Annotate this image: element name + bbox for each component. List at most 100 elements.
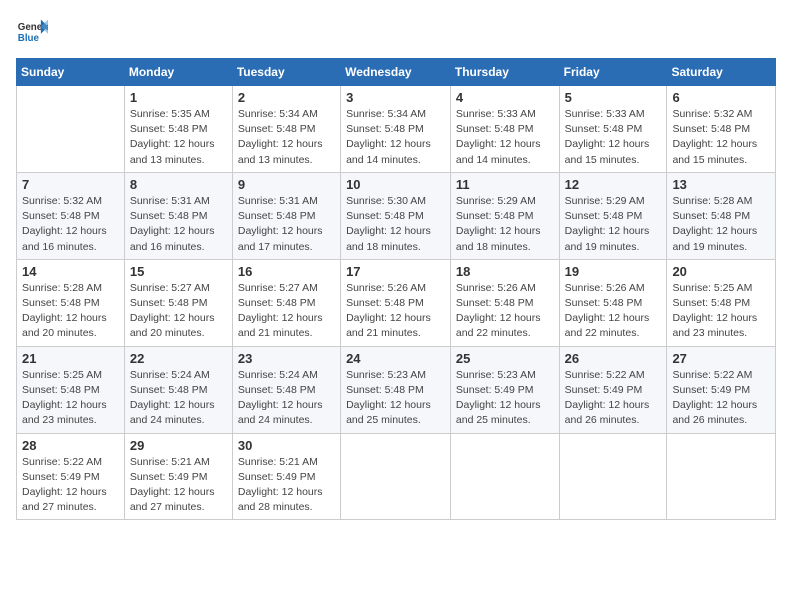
page-header: General Blue bbox=[16, 16, 776, 48]
day-cell bbox=[341, 433, 451, 520]
day-info: Sunrise: 5:26 AMSunset: 5:48 PMDaylight:… bbox=[456, 281, 554, 342]
day-cell: 1Sunrise: 5:35 AMSunset: 5:48 PMDaylight… bbox=[124, 86, 232, 173]
column-header-tuesday: Tuesday bbox=[232, 59, 340, 86]
day-number: 6 bbox=[672, 90, 770, 105]
day-cell: 4 Sunrise: 5:33 AMSunset: 5:48 PMDaylight… bbox=[450, 86, 559, 173]
logo-icon: General Blue bbox=[16, 16, 48, 48]
day-info: Sunrise: 5:28 AMSunset: 5:48 PMDaylight:… bbox=[22, 281, 119, 342]
day-number: 21 bbox=[22, 351, 119, 366]
day-cell: 7 Sunrise: 5:32 AMSunset: 5:48 PMDaylight… bbox=[17, 172, 125, 259]
day-info: Sunrise: 5:30 AMSunset: 5:48 PMDaylight:… bbox=[346, 194, 445, 255]
day-number: 20 bbox=[672, 264, 770, 279]
day-cell: 17Sunrise: 5:26 AMSunset: 5:48 PMDayligh… bbox=[341, 259, 451, 346]
day-cell: 30 Sunrise: 5:21 AMSunset: 5:49 PMDayligh… bbox=[232, 433, 340, 520]
day-cell: 19 Sunrise: 5:26 AMSunset: 5:48 PMDayligh… bbox=[559, 259, 667, 346]
day-cell: 13 Sunrise: 5:28 AMSunset: 5:48 PMDayligh… bbox=[667, 172, 776, 259]
day-info: Sunrise: 5:27 AMSunset: 5:48 PMDaylight:… bbox=[130, 281, 227, 342]
day-cell bbox=[667, 433, 776, 520]
day-cell: 5 Sunrise: 5:33 AMSunset: 5:48 PMDaylight… bbox=[559, 86, 667, 173]
day-number: 30 bbox=[238, 438, 335, 453]
day-number: 12 bbox=[565, 177, 662, 192]
day-info: Sunrise: 5:23 AMSunset: 5:49 PMDaylight:… bbox=[456, 368, 554, 429]
day-info: Sunrise: 5:22 AMSunset: 5:49 PMDaylight:… bbox=[565, 368, 662, 429]
day-cell: 2 Sunrise: 5:34 AMSunset: 5:48 PMDaylight… bbox=[232, 86, 340, 173]
day-number: 9 bbox=[238, 177, 335, 192]
day-info: Sunrise: 5:24 AMSunset: 5:48 PMDaylight:… bbox=[238, 368, 335, 429]
day-cell: 20 Sunrise: 5:25 AMSunset: 5:48 PMDayligh… bbox=[667, 259, 776, 346]
week-row-4: 21 Sunrise: 5:25 AMSunset: 5:48 PMDayligh… bbox=[17, 346, 776, 433]
day-info: Sunrise: 5:32 AMSunset: 5:48 PMDaylight:… bbox=[672, 107, 770, 168]
logo: General Blue bbox=[16, 16, 48, 48]
day-number: 18 bbox=[456, 264, 554, 279]
svg-text:Blue: Blue bbox=[18, 33, 40, 44]
day-number: 4 bbox=[456, 90, 554, 105]
day-info: Sunrise: 5:29 AMSunset: 5:48 PMDaylight:… bbox=[565, 194, 662, 255]
day-number: 27 bbox=[672, 351, 770, 366]
day-info: Sunrise: 5:21 AMSunset: 5:49 PMDaylight:… bbox=[238, 455, 335, 516]
day-cell: 29Sunrise: 5:21 AMSunset: 5:49 PMDayligh… bbox=[124, 433, 232, 520]
day-cell: 25 Sunrise: 5:23 AMSunset: 5:49 PMDayligh… bbox=[450, 346, 559, 433]
day-number: 2 bbox=[238, 90, 335, 105]
day-info: Sunrise: 5:26 AMSunset: 5:48 PMDaylight:… bbox=[565, 281, 662, 342]
day-info: Sunrise: 5:31 AMSunset: 5:48 PMDaylight:… bbox=[130, 194, 227, 255]
calendar-table: SundayMondayTuesdayWednesdayThursdayFrid… bbox=[16, 58, 776, 520]
day-cell: 23 Sunrise: 5:24 AMSunset: 5:48 PMDayligh… bbox=[232, 346, 340, 433]
day-cell: 9 Sunrise: 5:31 AMSunset: 5:48 PMDaylight… bbox=[232, 172, 340, 259]
day-number: 1 bbox=[130, 90, 227, 105]
day-info: Sunrise: 5:24 AMSunset: 5:48 PMDaylight:… bbox=[130, 368, 227, 429]
day-cell: 10 Sunrise: 5:30 AMSunset: 5:48 PMDayligh… bbox=[341, 172, 451, 259]
day-cell: 16Sunrise: 5:27 AMSunset: 5:48 PMDayligh… bbox=[232, 259, 340, 346]
column-header-sunday: Sunday bbox=[17, 59, 125, 86]
day-number: 22 bbox=[130, 351, 227, 366]
day-number: 5 bbox=[565, 90, 662, 105]
day-info: Sunrise: 5:33 AMSunset: 5:48 PMDaylight:… bbox=[456, 107, 554, 168]
day-number: 3 bbox=[346, 90, 445, 105]
day-cell: 21 Sunrise: 5:25 AMSunset: 5:48 PMDayligh… bbox=[17, 346, 125, 433]
week-row-3: 14 Sunrise: 5:28 AMSunset: 5:48 PMDayligh… bbox=[17, 259, 776, 346]
day-cell: 14 Sunrise: 5:28 AMSunset: 5:48 PMDayligh… bbox=[17, 259, 125, 346]
day-cell: 15 Sunrise: 5:27 AMSunset: 5:48 PMDayligh… bbox=[124, 259, 232, 346]
day-number: 8 bbox=[130, 177, 227, 192]
day-number: 13 bbox=[672, 177, 770, 192]
day-cell: 24 Sunrise: 5:23 AMSunset: 5:48 PMDayligh… bbox=[341, 346, 451, 433]
day-cell: 22 Sunrise: 5:24 AMSunset: 5:48 PMDayligh… bbox=[124, 346, 232, 433]
day-number: 15 bbox=[130, 264, 227, 279]
day-number: 16 bbox=[238, 264, 335, 279]
column-header-saturday: Saturday bbox=[667, 59, 776, 86]
week-row-5: 28Sunrise: 5:22 AMSunset: 5:49 PMDayligh… bbox=[17, 433, 776, 520]
column-header-thursday: Thursday bbox=[450, 59, 559, 86]
day-cell: 26Sunrise: 5:22 AMSunset: 5:49 PMDayligh… bbox=[559, 346, 667, 433]
day-cell: 8 Sunrise: 5:31 AMSunset: 5:48 PMDaylight… bbox=[124, 172, 232, 259]
day-info: Sunrise: 5:31 AMSunset: 5:48 PMDaylight:… bbox=[238, 194, 335, 255]
week-row-1: 1Sunrise: 5:35 AMSunset: 5:48 PMDaylight… bbox=[17, 86, 776, 173]
day-info: Sunrise: 5:32 AMSunset: 5:48 PMDaylight:… bbox=[22, 194, 119, 255]
day-info: Sunrise: 5:22 AMSunset: 5:49 PMDaylight:… bbox=[672, 368, 770, 429]
day-info: Sunrise: 5:34 AMSunset: 5:48 PMDaylight:… bbox=[238, 107, 335, 168]
day-cell: 27 Sunrise: 5:22 AMSunset: 5:49 PMDayligh… bbox=[667, 346, 776, 433]
day-info: Sunrise: 5:25 AMSunset: 5:48 PMDaylight:… bbox=[672, 281, 770, 342]
day-number: 19 bbox=[565, 264, 662, 279]
day-number: 25 bbox=[456, 351, 554, 366]
column-header-wednesday: Wednesday bbox=[341, 59, 451, 86]
day-cell: 28Sunrise: 5:22 AMSunset: 5:49 PMDayligh… bbox=[17, 433, 125, 520]
day-number: 10 bbox=[346, 177, 445, 192]
column-header-friday: Friday bbox=[559, 59, 667, 86]
day-info: Sunrise: 5:23 AMSunset: 5:48 PMDaylight:… bbox=[346, 368, 445, 429]
day-info: Sunrise: 5:25 AMSunset: 5:48 PMDaylight:… bbox=[22, 368, 119, 429]
day-cell bbox=[450, 433, 559, 520]
day-info: Sunrise: 5:21 AMSunset: 5:49 PMDaylight:… bbox=[130, 455, 227, 516]
day-cell bbox=[17, 86, 125, 173]
day-number: 14 bbox=[22, 264, 119, 279]
day-number: 17 bbox=[346, 264, 445, 279]
day-info: Sunrise: 5:28 AMSunset: 5:48 PMDaylight:… bbox=[672, 194, 770, 255]
day-number: 7 bbox=[22, 177, 119, 192]
day-cell: 18 Sunrise: 5:26 AMSunset: 5:48 PMDayligh… bbox=[450, 259, 559, 346]
day-cell: 12 Sunrise: 5:29 AMSunset: 5:48 PMDayligh… bbox=[559, 172, 667, 259]
header-row: SundayMondayTuesdayWednesdayThursdayFrid… bbox=[17, 59, 776, 86]
day-cell: 6 Sunrise: 5:32 AMSunset: 5:48 PMDaylight… bbox=[667, 86, 776, 173]
day-info: Sunrise: 5:22 AMSunset: 5:49 PMDaylight:… bbox=[22, 455, 119, 516]
day-number: 24 bbox=[346, 351, 445, 366]
column-header-monday: Monday bbox=[124, 59, 232, 86]
day-number: 23 bbox=[238, 351, 335, 366]
day-info: Sunrise: 5:33 AMSunset: 5:48 PMDaylight:… bbox=[565, 107, 662, 168]
